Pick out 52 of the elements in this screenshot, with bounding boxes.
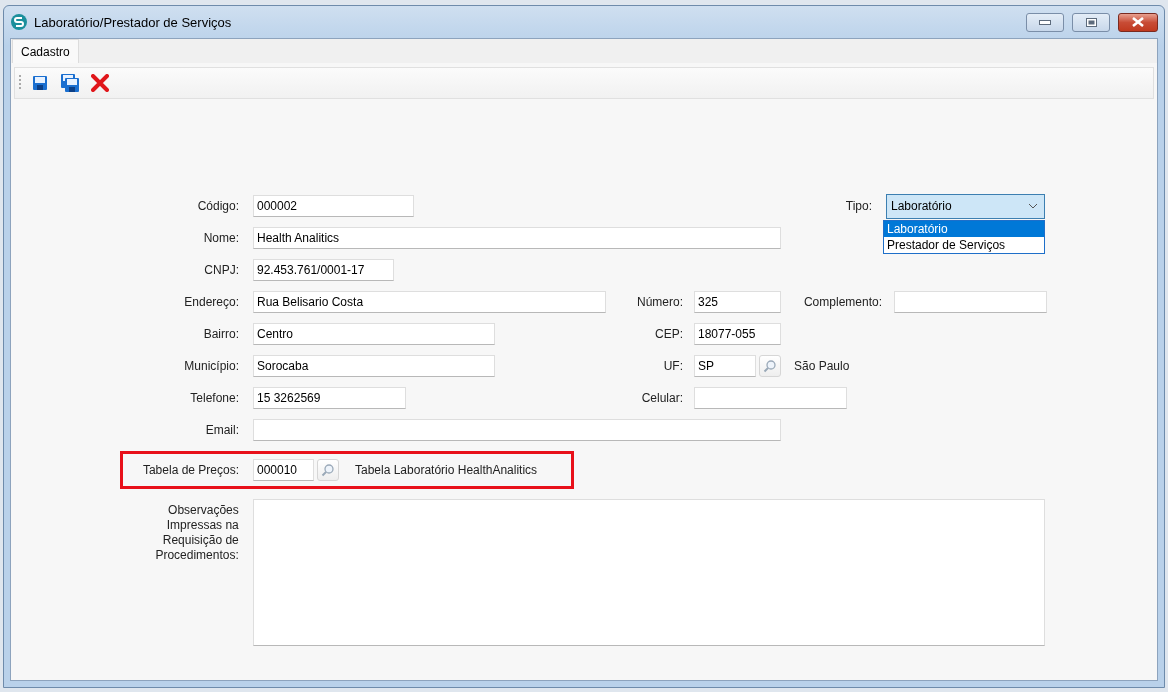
field-label: UF: xyxy=(662,359,683,373)
field-label: Tipo: xyxy=(844,199,872,213)
stacked-floppy-disks-icon xyxy=(61,74,79,92)
text-field[interactable]: 325 xyxy=(694,291,781,313)
dropdown-option[interactable]: Laboratório xyxy=(884,221,1044,237)
cancel-button[interactable] xyxy=(88,71,112,95)
field-label: Código: xyxy=(196,199,239,213)
field-label: Email: xyxy=(204,423,239,437)
text-field[interactable]: SP xyxy=(694,355,756,377)
field-label: Telefone: xyxy=(189,391,239,405)
field-label: CEP: xyxy=(654,327,683,341)
close-icon xyxy=(1132,17,1144,27)
close-icon xyxy=(91,74,109,92)
text-field[interactable]: 000002 xyxy=(253,195,414,217)
maximize-icon xyxy=(1085,17,1097,27)
text-field[interactable]: 15 3262569 xyxy=(253,387,406,409)
field-label: Número: xyxy=(636,295,683,309)
text-field[interactable]: Health Analitics xyxy=(253,227,781,249)
magnifier-icon xyxy=(321,463,335,477)
chevron-down-icon xyxy=(1028,203,1038,209)
text-field[interactable]: 92.453.761/0001-17 xyxy=(253,259,394,281)
field-label: Nome: xyxy=(202,231,239,245)
text-field[interactable] xyxy=(253,419,781,441)
field-label: CNPJ: xyxy=(203,263,239,277)
magnifier-icon xyxy=(763,359,777,373)
field-label: Bairro: xyxy=(202,327,239,341)
maximize-button[interactable] xyxy=(1072,12,1110,32)
text-field[interactable]: 18077-055 xyxy=(694,323,781,345)
field-label: Observações Impressas na Requisição de Procedimentos: xyxy=(154,503,239,563)
field-label: Celular: xyxy=(640,391,683,405)
minimize-icon xyxy=(1039,19,1051,25)
type-dropdown[interactable]: Laboratório xyxy=(886,193,1045,219)
text-field[interactable]: Rua Belisario Costa xyxy=(253,291,606,313)
save-all-button[interactable] xyxy=(58,71,82,95)
tab[interactable]: Cadastro xyxy=(12,39,79,63)
field-label: Complemento: xyxy=(802,295,882,309)
toolbar-grip-icon xyxy=(19,74,22,92)
minimize-button[interactable] xyxy=(1026,12,1064,32)
window-title: Laboratório/Prestador de Serviços xyxy=(34,14,233,30)
state-name: São Paulo xyxy=(794,359,850,373)
price-table-name: Tabela Laboratório HealthAnalitics xyxy=(355,463,538,477)
text-field[interactable] xyxy=(894,291,1047,313)
text-field[interactable]: Sorocaba xyxy=(253,355,495,377)
field-label: Tabela de Preços: xyxy=(141,463,239,477)
text-field[interactable] xyxy=(694,387,847,409)
text-field[interactable]: 000010 xyxy=(253,459,314,481)
field-label: Endereço: xyxy=(183,295,239,309)
text-field[interactable]: Centro xyxy=(253,323,495,345)
field-label: Município: xyxy=(183,359,239,373)
close-button[interactable] xyxy=(1118,12,1158,32)
notes-field[interactable] xyxy=(252,499,1045,646)
app-logo-icon xyxy=(10,13,28,31)
